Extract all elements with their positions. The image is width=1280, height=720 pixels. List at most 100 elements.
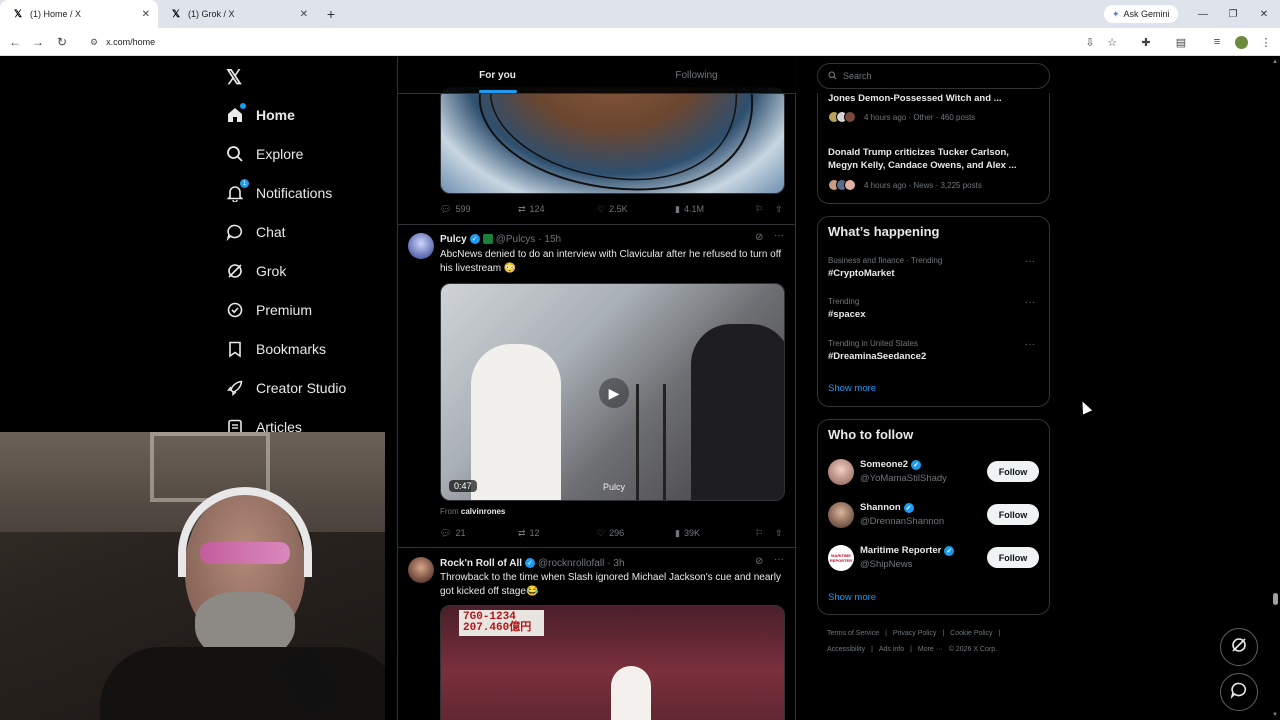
suggested-user-name[interactable]: Maritime Reporter ✓: [860, 545, 955, 556]
post-more-icon[interactable]: ···: [774, 554, 784, 565]
follow-button[interactable]: Follow: [987, 504, 1039, 525]
avatar[interactable]: [408, 233, 434, 259]
post-video[interactable]: ▶ 0:47 Pulcy: [440, 283, 785, 501]
profile-avatar[interactable]: [1233, 34, 1249, 50]
side-panel-icon[interactable]: ▤: [1173, 34, 1189, 50]
suggested-user-handle[interactable]: @ShipNews: [860, 559, 912, 570]
repost-button[interactable]: ⇄ 12: [518, 528, 597, 539]
footer-link[interactable]: Terms of Service: [827, 630, 879, 637]
footer-link[interactable]: Ads info: [879, 646, 904, 653]
post-text: Throwback to the time when Slash ignored…: [440, 572, 781, 597]
nav-notifications[interactable]: 1 Notifications: [226, 179, 332, 207]
views-button[interactable]: ▮ 39K: [675, 528, 755, 539]
author-handle[interactable]: @rocknrollofall: [538, 558, 604, 569]
author-name[interactable]: Rock'n Roll of All: [440, 558, 522, 569]
restore-window-button[interactable]: ❐: [1218, 0, 1248, 28]
suggested-user-handle[interactable]: @DrennanShannon: [860, 516, 944, 527]
from-user-link[interactable]: calvinrones: [461, 507, 505, 516]
reply-button[interactable]: 💬︎ 599: [440, 204, 518, 215]
avatar[interactable]: MARITIME REPORTER: [828, 545, 854, 571]
like-button[interactable]: ♡ 2.5K: [597, 204, 675, 215]
extensions-icon[interactable]: ✚: [1138, 34, 1154, 50]
author-handle[interactable]: @Pulcys: [496, 234, 536, 245]
post-video[interactable]: 7G0-1234 207.460億円: [440, 605, 785, 720]
follow-button[interactable]: Follow: [987, 547, 1039, 568]
forward-button[interactable]: →: [26, 30, 50, 54]
trend-more-icon[interactable]: ···: [1025, 256, 1035, 267]
suggested-user-handle[interactable]: @YoMamaStilShady: [860, 473, 947, 484]
search-input[interactable]: Search: [817, 63, 1050, 89]
page-scrollbar[interactable]: ▲ ▼: [1270, 57, 1280, 720]
story-title[interactable]: Jones Demon-Possessed Witch and ...: [828, 93, 1038, 106]
nav-chat[interactable]: Chat: [226, 218, 286, 246]
tab-search-icon[interactable]: ≡: [1209, 34, 1225, 50]
nav-bookmarks[interactable]: Bookmarks: [226, 335, 326, 363]
repost-button[interactable]: ⇄ 124: [518, 204, 597, 215]
author-name[interactable]: Pulcy: [440, 234, 467, 245]
bookmark-button[interactable]: ⚐: [755, 528, 775, 539]
nav-grok[interactable]: Grok: [226, 257, 286, 285]
scrollbar-thumb[interactable]: [1273, 593, 1278, 605]
trends-show-more-link[interactable]: Show more: [828, 383, 876, 394]
back-button[interactable]: ←: [3, 30, 27, 54]
post-image-earth[interactable]: [440, 87, 785, 194]
close-window-button[interactable]: ✕: [1249, 0, 1279, 28]
tab-following[interactable]: Following: [597, 57, 796, 93]
reply-button[interactable]: 💬︎ 21: [440, 528, 518, 539]
trend-name[interactable]: #spacex: [828, 309, 866, 320]
minimize-window-button[interactable]: —: [1188, 0, 1218, 28]
site-info-icon[interactable]: ⚙: [90, 37, 98, 48]
suggested-user-name[interactable]: Shannon ✓: [860, 502, 914, 513]
ask-gemini-button[interactable]: ✦ Ask Gemini: [1104, 5, 1178, 23]
trend-more-icon[interactable]: ···: [1025, 339, 1035, 350]
new-tab-button[interactable]: +: [320, 3, 342, 25]
footer-link[interactable]: Accessibility: [827, 646, 865, 653]
trend-more-icon[interactable]: ···: [1025, 297, 1035, 308]
post-time[interactable]: · 3h: [607, 558, 624, 569]
nav-explore[interactable]: Explore: [226, 140, 303, 168]
trend-name[interactable]: #CryptoMarket: [828, 268, 895, 279]
browser-tab-grok[interactable]: 𝕏 (1) Grok / X ✕: [158, 0, 316, 28]
chat-float-button[interactable]: [1220, 673, 1258, 711]
footer-link[interactable]: Privacy Policy: [893, 630, 937, 637]
browser-menu-icon[interactable]: ⋮: [1258, 34, 1274, 50]
share-button[interactable]: ⇧: [775, 528, 783, 539]
nav-home[interactable]: Home: [226, 101, 295, 129]
close-tab-icon[interactable]: ✕: [142, 9, 150, 20]
story-title[interactable]: Donald Trump criticizes Tucker Carlson, …: [828, 147, 1038, 172]
browser-tab-home[interactable]: 𝕏 (1) Home / X ✕: [0, 0, 158, 28]
follow-show-more-link[interactable]: Show more: [828, 592, 876, 603]
share-button[interactable]: ⇧: [775, 204, 783, 215]
tab-for-you[interactable]: For you: [398, 57, 597, 93]
grok-explain-icon[interactable]: ⊘: [755, 232, 763, 243]
nav-creator-studio[interactable]: Creator Studio: [226, 374, 346, 402]
bookmark-button[interactable]: ⚐: [755, 204, 775, 215]
close-tab-icon[interactable]: ✕: [300, 9, 308, 20]
views-button[interactable]: ▮ 4.1M: [675, 204, 755, 215]
play-icon[interactable]: ▶: [599, 378, 629, 408]
reload-button[interactable]: ↻: [50, 30, 74, 54]
avatar[interactable]: [828, 502, 854, 528]
x-logo-icon[interactable]: 𝕏: [226, 65, 246, 89]
footer-link[interactable]: Cookie Policy: [950, 630, 992, 637]
scroll-down-icon[interactable]: ▼: [1272, 712, 1278, 718]
views-count: 4.1M: [683, 204, 704, 214]
grok-explain-icon[interactable]: ⊘: [755, 556, 763, 567]
grok-float-button[interactable]: [1220, 628, 1258, 666]
address-bar[interactable]: ⚙ x.com/home: [82, 31, 1082, 53]
post-time[interactable]: · 15h: [538, 234, 561, 245]
avatar[interactable]: [408, 557, 434, 583]
avatar[interactable]: [828, 459, 854, 485]
suggested-user-name[interactable]: Someone2 ✓: [860, 459, 922, 470]
follow-button[interactable]: Follow: [987, 461, 1039, 482]
scroll-up-icon[interactable]: ▲: [1272, 59, 1278, 65]
like-button[interactable]: ♡ 296: [597, 528, 675, 539]
footer-link[interactable]: More ···: [918, 646, 943, 653]
post-more-icon[interactable]: ···: [774, 230, 784, 241]
install-app-icon[interactable]: ⇩: [1082, 34, 1098, 50]
nav-premium[interactable]: Premium: [226, 296, 312, 324]
repost-icon: ⇄: [518, 527, 526, 538]
trend-name[interactable]: #DreaminaSeedance2: [828, 351, 926, 362]
story-meta: 4 hours ago · News · 3,225 posts: [828, 178, 982, 192]
bookmark-star-icon[interactable]: ☆: [1104, 34, 1120, 50]
